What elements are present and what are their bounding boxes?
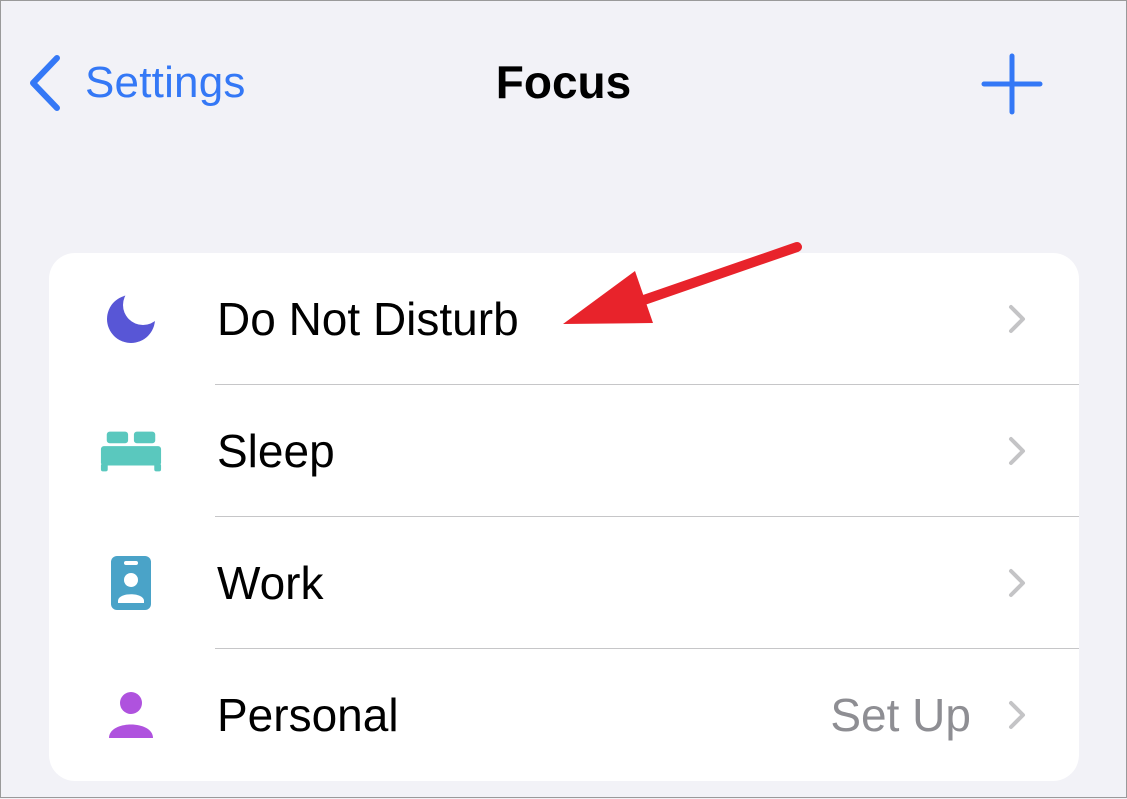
bed-icon <box>99 419 163 483</box>
focus-item-work[interactable]: Work <box>49 517 1079 649</box>
focus-item-label: Do Not Disturb <box>217 293 519 345</box>
focus-item-do-not-disturb[interactable]: Do Not Disturb <box>49 253 1079 385</box>
focus-item-personal[interactable]: Personal Set Up <box>49 649 1079 781</box>
plus-icon <box>981 53 1043 115</box>
add-focus-button[interactable] <box>981 53 1043 115</box>
chevron-right-icon <box>1009 437 1025 465</box>
chevron-right-icon <box>1009 569 1025 597</box>
navigation-bar: Settings Focus <box>1 1 1126 171</box>
chevron-right-icon <box>1009 305 1025 333</box>
focus-item-label: Work <box>217 557 324 609</box>
set-up-label: Set Up <box>830 689 971 741</box>
focus-list: Do Not Disturb Sleep Work Personal Set U… <box>49 253 1079 781</box>
focus-item-sleep[interactable]: Sleep <box>49 385 1079 517</box>
person-icon <box>99 683 163 747</box>
focus-item-label: Personal <box>217 689 399 741</box>
chevron-right-icon <box>1009 701 1025 729</box>
moon-icon <box>99 287 163 351</box>
page-title: Focus <box>495 56 632 108</box>
focus-item-label: Sleep <box>217 425 335 477</box>
id-badge-icon <box>99 551 163 615</box>
